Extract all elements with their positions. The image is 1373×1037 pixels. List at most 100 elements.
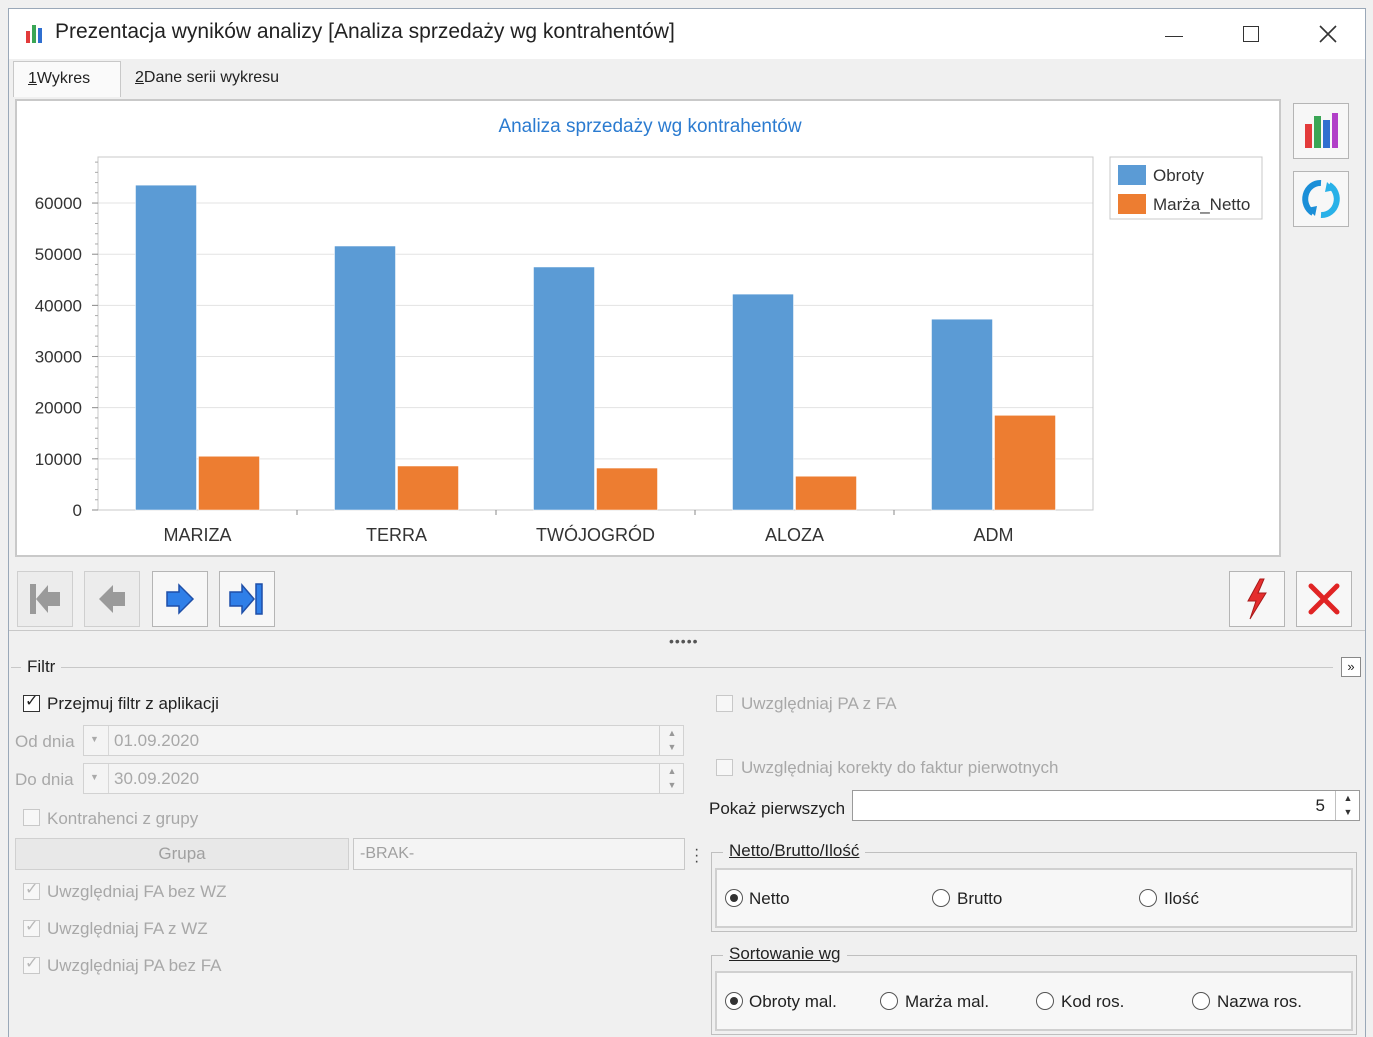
bar-mar-a-netto-2 (397, 465, 459, 511)
tab-wykres[interactable]: 1Wykres (13, 61, 121, 97)
chart-panel: Analiza sprzedaży wg kontrahentów 0 10000… (15, 99, 1281, 557)
bar-obroty-2 (334, 245, 396, 511)
x-tick-label: MARIZA (163, 525, 231, 545)
sortowanie-title: Sortowanie wg (723, 944, 847, 964)
radio-obroty-mal[interactable] (725, 992, 743, 1010)
do-dnia-value: 30.09.2020 (114, 769, 200, 788)
przejmuj-filtr-label: Przejmuj filtr z aplikacji (47, 694, 219, 713)
bar-mar-a-netto-4 (795, 475, 857, 511)
fa-z-wz-checkbox[interactable]: ✓ (23, 918, 40, 937)
window-title: Prezentacja wyników analizy [Analiza spr… (55, 20, 675, 43)
x-tick-label: TERRA (366, 525, 427, 545)
window-close-icon (1319, 25, 1337, 43)
fa-bez-wz-label: Uwzględniaj FA bez WZ (47, 882, 227, 901)
radio-netto-label: Netto (749, 889, 790, 908)
x-tick-label: TWÓJOGRÓD (536, 524, 655, 545)
dropdown-arrow-icon: ▼ (90, 772, 99, 782)
legend-swatch (1118, 194, 1146, 214)
fa-bez-wz-checkbox[interactable]: ✓ (23, 881, 40, 900)
minimize-button[interactable] (1154, 17, 1194, 51)
y-tick-label: 10000 (35, 450, 82, 469)
previous-record-button[interactable] (84, 571, 140, 627)
bar-obroty-5 (931, 318, 993, 511)
y-tick-label: 20000 (35, 399, 82, 418)
pokaz-pierwszych-field[interactable]: 5 ▲ ▼ (852, 790, 1360, 821)
chart-title: Analiza sprzedaży wg kontrahentów (498, 116, 801, 137)
radio-marza-mal[interactable] (880, 992, 898, 1010)
radio-netto[interactable] (725, 889, 743, 907)
close-button[interactable] (1296, 571, 1352, 627)
y-tick-label: 40000 (35, 296, 82, 315)
legend-swatch (1118, 165, 1146, 185)
splitter[interactable] (9, 630, 1365, 631)
korekty-checkbox[interactable] (716, 759, 733, 776)
last-record-icon (229, 582, 263, 616)
bar-mar-a-netto-5 (994, 415, 1056, 511)
pa-bez-fa-checkbox[interactable]: ✓ (23, 955, 40, 974)
close-icon (1308, 583, 1340, 615)
bar-obroty-1 (135, 184, 197, 511)
filter-title: Filtr (21, 657, 62, 677)
radio-brutto[interactable] (932, 889, 950, 907)
radio-ilosc[interactable] (1139, 889, 1157, 907)
netto-brutto-title: Netto/Brutto/Ilość (723, 841, 866, 861)
pa-bez-fa-label: Uwzględniaj PA bez FA (47, 956, 222, 975)
last-record-button[interactable] (219, 571, 275, 627)
app-chart-icon (25, 23, 45, 50)
refresh-button[interactable] (1293, 171, 1349, 227)
do-dnia-label: Do dnia (15, 770, 74, 789)
dropdown-arrow-icon: ▼ (90, 734, 99, 744)
grupa-field[interactable]: -BRAK- (353, 838, 685, 870)
filter-divider (11, 667, 1333, 668)
vertical-ellipsis-icon[interactable]: · · · (694, 842, 699, 870)
next-record-button[interactable] (152, 571, 208, 627)
bar-mar-a-netto-1 (198, 456, 260, 511)
radio-kod-ros-label: Kod ros. (1061, 992, 1125, 1011)
lightning-icon (1247, 578, 1267, 620)
pa-z-fa-label: Uwzględniaj PA z FA (741, 694, 897, 713)
kontrahenci-checkbox[interactable] (23, 809, 40, 826)
bar-chart-icon (1305, 113, 1338, 148)
run-analysis-button[interactable] (1229, 571, 1285, 627)
radio-obroty-mal-label: Obroty mal. (749, 992, 837, 1011)
title-bar: Prezentacja wyników analizy [Analiza spr… (9, 9, 1365, 59)
collapse-filter-button[interactable]: » (1341, 657, 1361, 677)
spin-down-icon: ▼ (1343, 807, 1353, 817)
legend-label: Marża_Netto (1153, 195, 1250, 214)
maximize-icon (1243, 26, 1259, 42)
bar-chart: Analiza sprzedaży wg kontrahentów 0 10000… (35, 116, 1263, 545)
analysis-window: Prezentacja wyników analizy [Analiza spr… (8, 8, 1366, 1037)
kontrahenci-label: Kontrahenci z grupy (47, 809, 199, 828)
first-record-button[interactable] (17, 571, 73, 627)
chart-type-button[interactable] (1293, 103, 1349, 159)
netto-brutto-inner (715, 868, 1353, 928)
pokaz-pierwszych-value: 5 (1315, 796, 1325, 815)
bar-obroty-4 (732, 293, 794, 511)
od-dnia-spinner[interactable]: ▲ ▼ (659, 726, 684, 755)
bar-obroty-3 (533, 266, 595, 511)
splitter-grip[interactable]: ••••• (669, 633, 699, 649)
maximize-button[interactable] (1231, 17, 1271, 51)
przejmuj-filtr-checkbox[interactable]: ✓ (23, 693, 40, 712)
od-dnia-field[interactable]: ▼ 01.09.2020 ▲ ▼ (83, 725, 684, 756)
do-dnia-spinner[interactable]: ▲ ▼ (659, 764, 684, 793)
pa-z-fa-checkbox[interactable] (716, 695, 733, 712)
grupa-button[interactable]: Grupa (15, 838, 349, 870)
minimize-icon (1165, 35, 1183, 37)
radio-kod-ros[interactable] (1036, 992, 1054, 1010)
spin-up-icon: ▲ (667, 766, 677, 776)
do-dnia-field[interactable]: ▼ 30.09.2020 ▲ ▼ (83, 763, 684, 794)
window-close-button[interactable] (1308, 17, 1348, 51)
y-tick-label: 0 (73, 501, 82, 520)
refresh-icon (1302, 180, 1340, 218)
next-record-icon (166, 583, 195, 615)
x-tick-label: ALOZA (765, 525, 824, 545)
spin-down-icon: ▼ (667, 742, 677, 752)
tab-dane-serii[interactable]: 2Dane serii wykresu (121, 61, 293, 97)
y-tick-label: 30000 (35, 348, 82, 367)
bar-mar-a-netto-3 (596, 467, 658, 511)
pokaz-pierwszych-spinner[interactable]: ▲ ▼ (1335, 791, 1360, 820)
radio-nazwa-ros[interactable] (1192, 992, 1210, 1010)
spin-down-icon: ▼ (667, 780, 677, 790)
y-tick-label: 60000 (35, 194, 82, 213)
